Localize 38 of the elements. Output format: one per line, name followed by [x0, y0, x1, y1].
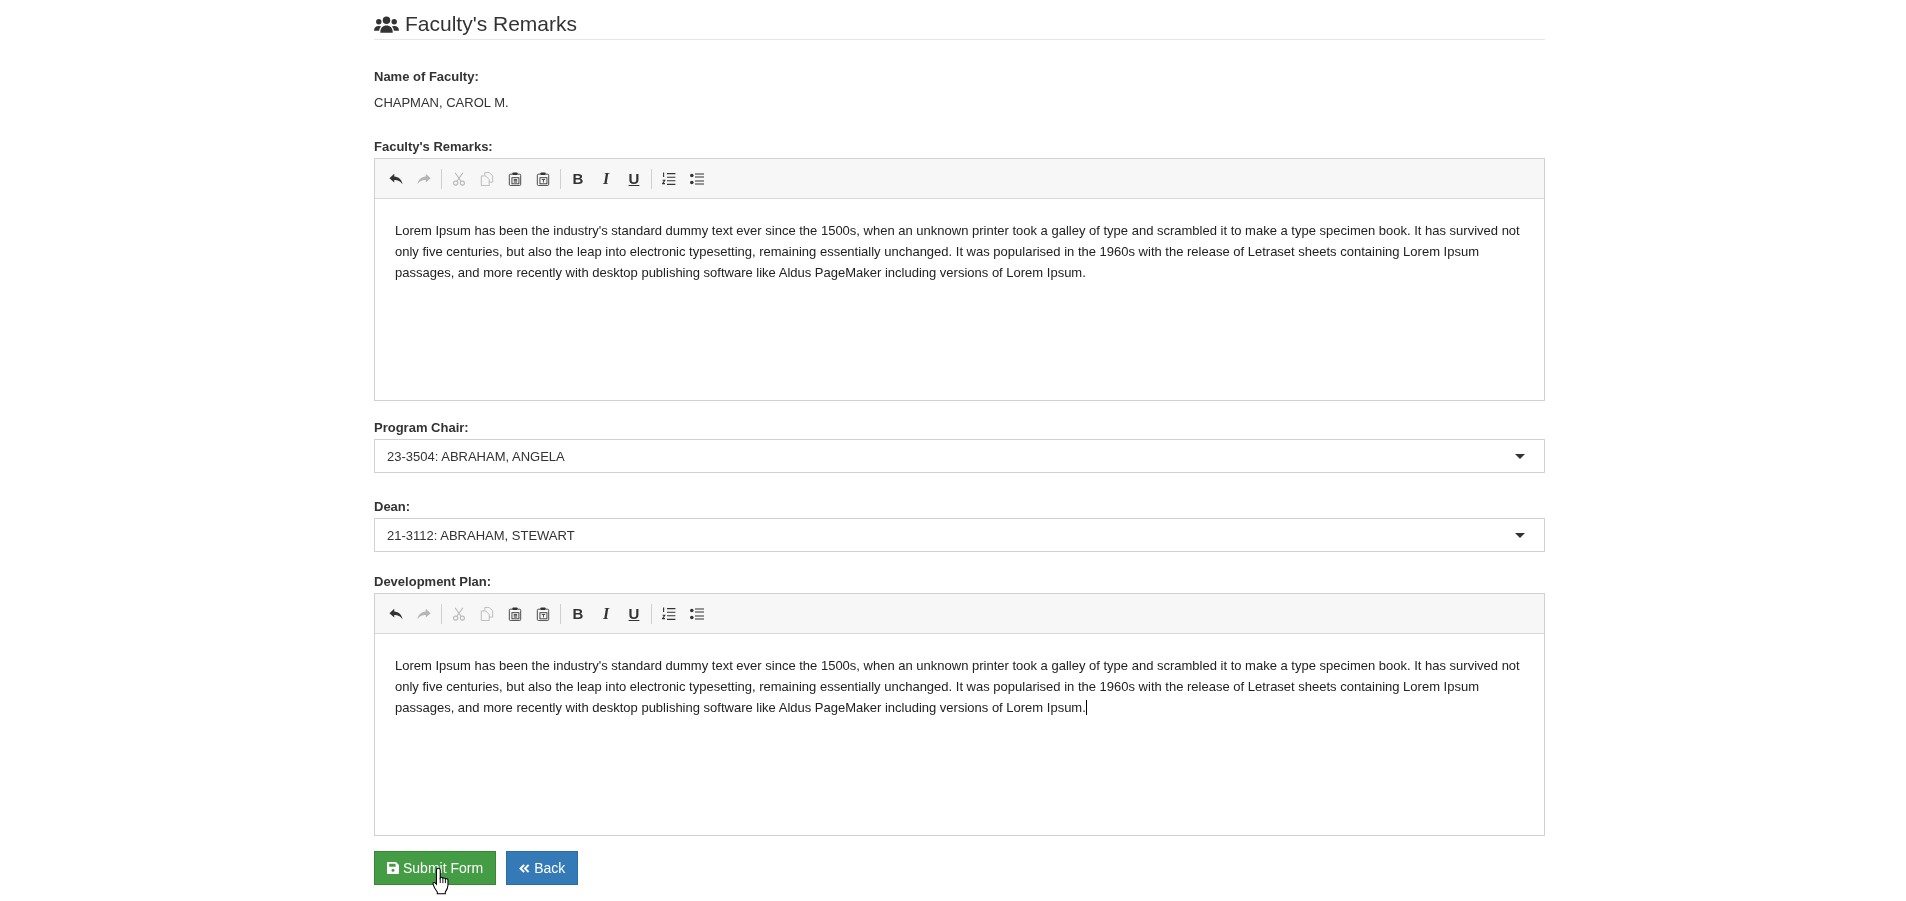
caret-icon [1515, 453, 1525, 459]
editor-content[interactable]: Lorem Ipsum has been the industry's standard dummy text ever since the 1500s, when an unknown printer took a galley of type and scrambled it to make a type specimen book. It has survived not only five centuries, but also the leap into electronic typesetting, remaining essentially unchanged. It was popularised in the 1960s with the release of Letraset sheets containing Lorem Ipsum passages, and more recently with desktop publishing software like Aldus PageMaker including versions of Lorem Ipsum. [375, 634, 1544, 835]
back-button[interactable]: Back [506, 851, 579, 885]
clipboard-icon [508, 171, 522, 186]
undo-icon [389, 171, 403, 186]
users-icon [374, 15, 399, 33]
bullet-list-icon [690, 606, 704, 621]
field-label: Name of Faculty: [374, 68, 479, 86]
clipboard-icon [508, 606, 522, 621]
italic-button[interactable]: I [594, 166, 618, 191]
section-title: Faculty's Remarks [405, 12, 578, 36]
copy-icon [480, 171, 494, 186]
caret-icon [1515, 532, 1525, 538]
numbered-list-icon [662, 171, 676, 186]
underline-button[interactable]: U [622, 166, 646, 191]
editor-content[interactable]: Lorem Ipsum has been the industry's standard dummy text ever since the 1500s, when an unknown printer took a galley of type and scrambled it to make a type specimen book. It has survived not only five centuries, but also the leap into electronic typesetting, remaining essentially unchanged. It was popularised in the 1960s with the release of Letraset sheets containing Lorem Ipsum passages, and more recently with desktop publishing software like Aldus PageMaker including versions of Lorem Ipsum. [375, 199, 1544, 400]
dropdown-select[interactable]: 21-3112: ABRAHAM, STEWART [374, 518, 1545, 552]
redo-icon [417, 171, 431, 186]
underline-button[interactable]: U [622, 601, 646, 626]
copy-icon [480, 606, 494, 621]
numbered-list-icon [662, 606, 676, 621]
dropdown-select[interactable]: 23-3504: ABRAHAM, ANGELA [374, 439, 1545, 473]
field-label: Development Plan: [374, 573, 492, 591]
bold-button[interactable]: B [566, 601, 590, 626]
field-label: Dean: [374, 498, 411, 516]
field-label: Program Chair: [374, 419, 469, 437]
bold-button[interactable]: B [566, 166, 590, 191]
bullet-list-icon [690, 171, 704, 186]
scissors-icon [452, 606, 466, 621]
clipboard-text-icon [536, 171, 550, 186]
redo-icon [417, 606, 431, 621]
italic-button[interactable]: I [594, 601, 618, 626]
scissors-icon [452, 171, 466, 186]
faculty-name: CHAPMAN, CAROL M. [374, 94, 509, 112]
clipboard-text-icon [536, 606, 550, 621]
double-chevron-left-icon [519, 863, 531, 873]
field-label: Faculty's Remarks: [374, 138, 493, 156]
undo-icon [389, 606, 403, 621]
